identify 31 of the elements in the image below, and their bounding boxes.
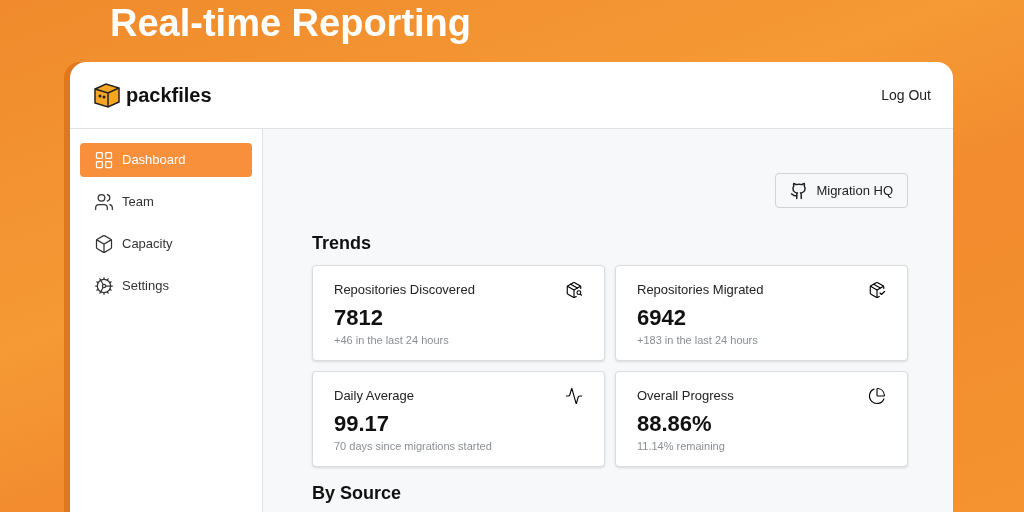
stat-title: Repositories Migrated xyxy=(637,281,764,299)
migration-hq-button[interactable]: Migration HQ xyxy=(775,173,908,208)
stat-value: 88.86% xyxy=(637,409,713,438)
package-search-icon xyxy=(565,280,583,299)
stat-note: +183 in the last 24 hours xyxy=(637,332,759,348)
gear-icon xyxy=(94,276,114,296)
pulse-icon xyxy=(565,386,583,405)
stat-note: +46 in the last 24 hours xyxy=(334,332,450,348)
cat-logo-icon xyxy=(790,181,809,200)
stat-value: 7812 xyxy=(334,303,384,332)
pie-icon xyxy=(868,386,886,405)
stat-title: Overall Progress xyxy=(637,387,734,405)
logout-link[interactable]: Log Out xyxy=(881,84,931,106)
stat-note: 70 days since migrations started xyxy=(334,438,493,454)
stat-note: 11.14% remaining xyxy=(637,438,726,454)
grid-icon xyxy=(94,150,114,170)
box-mascot-logo xyxy=(92,81,122,109)
sidebar-item[interactable]: Settings xyxy=(80,269,252,303)
package-check-icon xyxy=(868,280,886,299)
stat-value: 6942 xyxy=(637,303,687,332)
users-icon xyxy=(94,192,114,212)
stat-value: 99.17 xyxy=(334,409,391,438)
headline: Real-time Reporting xyxy=(110,1,472,46)
section-title: By Source xyxy=(312,482,403,505)
sidebar-item[interactable]: Capacity xyxy=(80,227,252,261)
brand-name: packfiles xyxy=(126,83,212,108)
stat-title: Daily Average xyxy=(334,387,414,405)
stat-title: Repositories Discovered xyxy=(334,281,475,299)
sidebar-item[interactable]: Team xyxy=(80,185,252,219)
section-title: Trends xyxy=(312,232,373,255)
cube-icon xyxy=(94,234,114,254)
